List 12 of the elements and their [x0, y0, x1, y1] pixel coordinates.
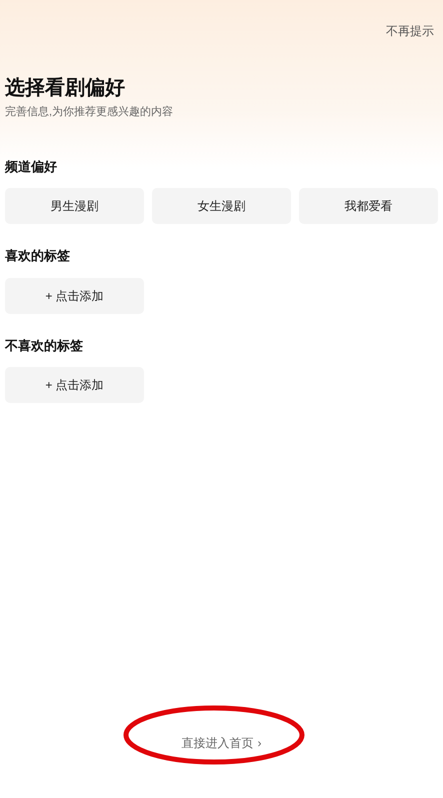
- section-heading: 频道偏好: [5, 158, 57, 176]
- option-chip[interactable]: 男生漫剧: [5, 188, 144, 224]
- page-title: 选择看剧偏好: [5, 76, 125, 101]
- option-chip[interactable]: 女生漫剧: [152, 188, 291, 224]
- option-chip[interactable]: + 点击添加: [5, 367, 144, 403]
- dismiss-link[interactable]: 不再提示: [386, 22, 434, 40]
- section-heading: 不喜欢的标签: [5, 336, 83, 354]
- option-chip[interactable]: 我都爱看: [299, 188, 438, 224]
- enter-home-link[interactable]: 直接进入首页 ›: [182, 734, 262, 752]
- subtitle: 完善信息,为你推荐更感兴趣的内容: [5, 104, 174, 120]
- section-heading: 喜欢的标签: [5, 247, 70, 265]
- option-chip[interactable]: + 点击添加: [5, 278, 144, 314]
